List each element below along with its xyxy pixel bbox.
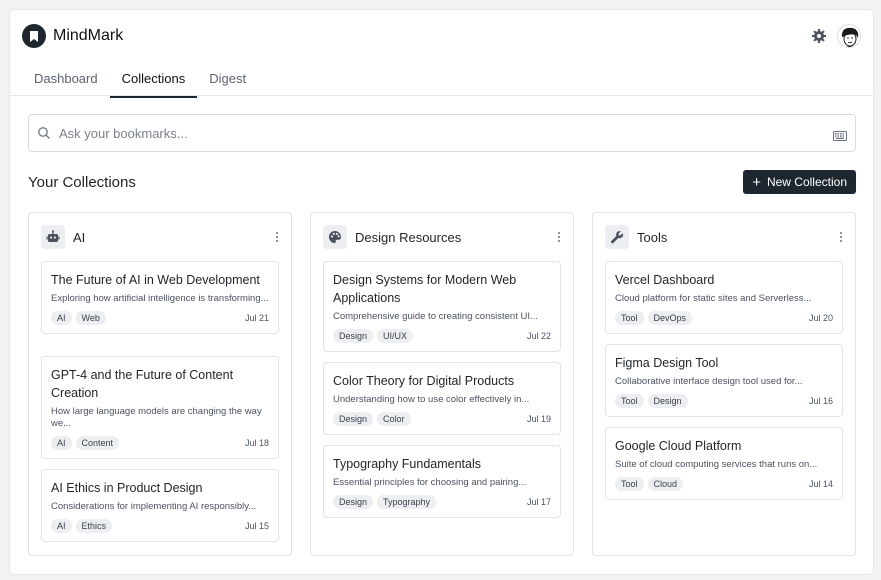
card-description: Understanding how to use color effective…: [333, 394, 530, 405]
search-icon: [37, 126, 51, 140]
card-title: GPT-4 and the Future of Content Creation: [51, 368, 234, 400]
collection-design-resources: Design Resources Design Systems for Mode…: [310, 212, 574, 556]
collection-tools: Tools Vercel Dashboard Cloud platform fo…: [592, 212, 856, 556]
tag[interactable]: Web: [75, 311, 106, 325]
tabs-divider: [10, 95, 873, 96]
palette-icon: [323, 225, 347, 249]
tag[interactable]: Color: [377, 412, 411, 426]
card-date: Jul 14: [808, 479, 833, 489]
tag[interactable]: AI: [51, 436, 72, 450]
tag[interactable]: Tool: [615, 311, 644, 325]
card-title: The Future of AI in Web Development: [51, 273, 260, 287]
card-description: Essential principles for choosing and pa…: [333, 477, 527, 488]
bookmark-card[interactable]: The Future of AI in Web Development Expl…: [41, 261, 279, 334]
bookmark-card[interactable]: GPT-4 and the Future of Content Creation…: [41, 356, 279, 459]
card-description: Comprehensive guide to creating consiste…: [333, 311, 538, 322]
keyboard-icon[interactable]: [833, 128, 847, 141]
search-input[interactable]: [59, 125, 833, 141]
card-title: Design Systems for Modern Web Applicatio…: [333, 273, 517, 305]
card-date: Jul 17: [526, 497, 551, 507]
tag[interactable]: Content: [75, 436, 120, 450]
card-date: Jul 19: [526, 414, 551, 424]
collection-title: Tools: [637, 229, 668, 245]
collection-ai: AI The Future of AI in Web Development E…: [28, 212, 292, 556]
card-date: Jul 22: [526, 331, 551, 341]
tag[interactable]: UI/UX: [377, 329, 414, 343]
tag[interactable]: Design: [647, 394, 688, 408]
card-date: Jul 16: [808, 396, 833, 406]
card-title: AI Ethics in Product Design: [51, 481, 203, 495]
card-description: Exploring how artificial intelligence is…: [51, 293, 269, 304]
card-title: Vercel Dashboard: [615, 273, 715, 287]
app-window: MindMark Dashboard Collections Digest As…: [10, 10, 873, 574]
tag[interactable]: AI: [51, 519, 72, 533]
card-date: Jul 18: [244, 438, 269, 448]
robot-icon: [41, 225, 65, 249]
tag[interactable]: Tool: [615, 394, 644, 408]
section-title: Your Collections: [28, 174, 136, 191]
tag[interactable]: Ethics: [75, 519, 113, 533]
tab-digest[interactable]: Digest: [197, 66, 258, 98]
bookmark-card[interactable]: Vercel Dashboard Cloud platform for stat…: [605, 261, 843, 334]
search-bar[interactable]: [28, 114, 856, 152]
plus-icon: +: [752, 173, 761, 191]
app-name: MindMark: [53, 27, 124, 44]
card-date: Jul 21: [244, 313, 269, 323]
bookmark-card[interactable]: Typography Fundamentals Essential princi…: [323, 445, 561, 518]
card-title: Figma Design Tool: [615, 356, 719, 370]
more-options-icon[interactable]: [553, 230, 565, 244]
bookmark-card[interactable]: Design Systems for Modern Web Applicatio…: [323, 261, 561, 352]
bookmark-logo-icon: [22, 24, 46, 48]
gear-icon[interactable]: [811, 28, 827, 44]
tag[interactable]: Design: [333, 495, 374, 509]
card-description: How large language models are changing t…: [51, 406, 262, 429]
card-description: Considerations for implementing AI respo…: [51, 501, 257, 512]
tag[interactable]: Cloud: [647, 477, 684, 491]
collection-title: Design Resources: [355, 229, 462, 245]
avatar[interactable]: [837, 24, 861, 48]
wrench-icon: [605, 225, 629, 249]
card-title: Color Theory for Digital Products: [333, 374, 515, 388]
new-collection-button[interactable]: + New Collection: [743, 170, 856, 194]
card-title: Google Cloud Platform: [615, 439, 742, 453]
card-description: Suite of cloud computing services that r…: [615, 459, 818, 470]
more-options-icon[interactable]: [271, 230, 283, 244]
bookmark-card[interactable]: AI Ethics in Product Design Consideratio…: [41, 469, 279, 542]
tab-dashboard[interactable]: Dashboard: [22, 66, 110, 98]
tab-collections[interactable]: Collections: [109, 66, 198, 98]
bookmark-card[interactable]: Figma Design Tool Collaborative interfac…: [605, 344, 843, 417]
main-tabs: Dashboard Collections Digest: [22, 66, 258, 98]
card-date: Jul 20: [808, 313, 833, 323]
tag[interactable]: DevOps: [647, 311, 693, 325]
tag[interactable]: Typography: [377, 495, 437, 509]
card-title: Typography Fundamentals: [333, 457, 482, 471]
bookmark-card[interactable]: Color Theory for Digital Products Unders…: [323, 362, 561, 435]
new-collection-label: New Collection: [766, 175, 847, 189]
card-description: Cloud platform for static sites and Serv…: [615, 293, 812, 304]
tag[interactable]: Design: [333, 412, 374, 426]
tag[interactable]: Design: [333, 329, 374, 343]
card-description: Collaborative interface design tool used…: [615, 376, 803, 387]
bookmark-card[interactable]: Google Cloud Platform Suite of cloud com…: [605, 427, 843, 500]
collection-title: AI: [73, 229, 86, 245]
brand[interactable]: MindMark: [22, 24, 123, 48]
tag[interactable]: AI: [51, 311, 72, 325]
card-date: Jul 15: [244, 521, 269, 531]
tag[interactable]: Tool: [615, 477, 644, 491]
more-options-icon[interactable]: [835, 230, 847, 244]
